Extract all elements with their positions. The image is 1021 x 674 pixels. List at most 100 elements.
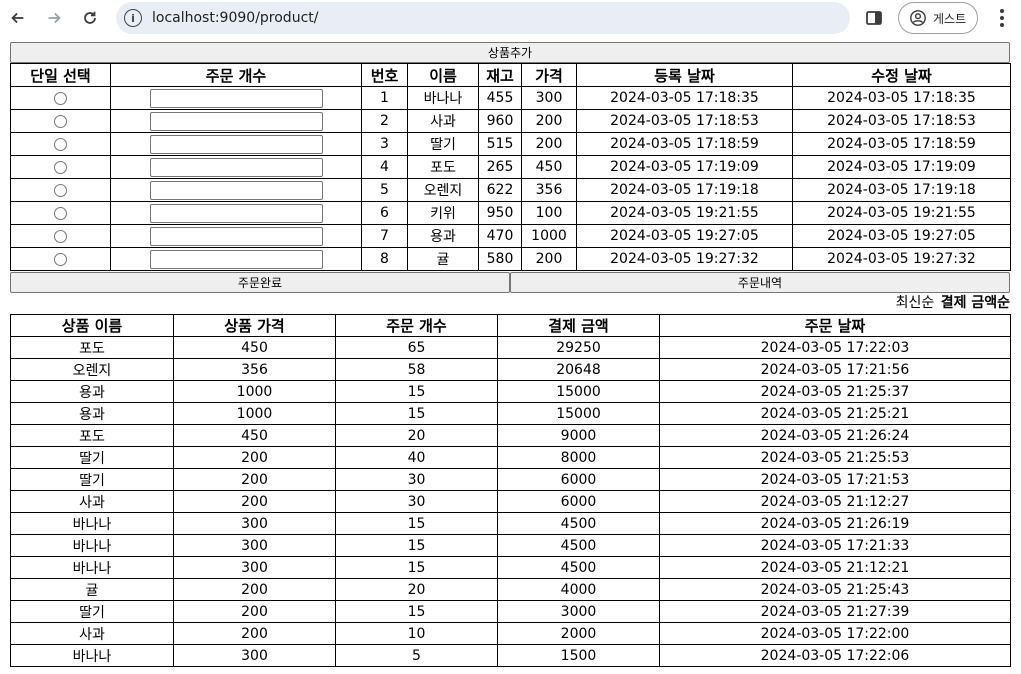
side-panel-icon [866,11,882,25]
select-radio[interactable] [54,137,67,151]
product-updated: 2024-03-05 17:18:53 [792,109,1011,133]
order-history-button[interactable]: 주문내역 [510,272,1010,293]
order-date: 2024-03-05 17:22:06 [659,644,1011,667]
order-row: 딸기 200 15 3000 2024-03-05 21:27:39 [10,600,1011,623]
order-qty-input[interactable] [149,88,323,108]
select-radio[interactable] [54,114,67,128]
product-updated: 2024-03-05 17:18:35 [792,86,1011,110]
product-name: 귤 [407,247,479,271]
select-radio[interactable] [54,183,67,197]
order-row: 용과 1000 15 15000 2024-03-05 21:25:37 [10,380,1011,403]
product-table: 단일 선택 주문 개수 번호 이름 재고 가격 등록 날짜 수정 날짜 1 바나나… [10,63,1011,271]
order-payment-amount: 3000 [497,600,660,623]
product-stock: 470 [478,224,522,248]
product-created: 2024-03-05 19:21:55 [576,201,793,225]
order-product-name: 오렌지 [10,358,174,381]
order-count: 58 [335,358,498,381]
select-cell [10,109,111,133]
select-radio[interactable] [54,229,67,243]
product-row: 6 키위 950 100 2024-03-05 19:21:55 2024-03-05 1… [10,201,1011,225]
product-updated: 2024-03-05 19:21:55 [792,201,1011,225]
order-payment-amount: 6000 [497,468,660,491]
order-product-price: 450 [173,424,336,447]
qty-cell [110,132,362,156]
browser-menu-button[interactable] [992,6,1012,30]
arrow-left-icon [11,12,24,24]
product-name: 용과 [407,224,479,248]
order-complete-button[interactable]: 주문완료 [10,272,510,293]
site-info-icon[interactable]: i [124,9,142,27]
order-count: 15 [335,556,498,579]
select-radio[interactable] [54,206,67,220]
header-order-date: 주문 날짜 [659,314,1011,337]
order-product-name: 딸기 [10,600,174,623]
order-product-price: 200 [173,622,336,645]
order-qty-input[interactable] [149,226,323,246]
header-select: 단일 선택 [10,63,111,87]
order-product-price: 1000 [173,380,336,403]
page-content: 상품추가 단일 선택 주문 개수 번호 이름 재고 가격 등록 날짜 수정 날짜… [10,42,1011,667]
order-date: 2024-03-05 21:12:21 [659,556,1011,579]
back-button[interactable] [5,5,31,31]
select-cell [10,132,111,156]
header-payment-amount: 결제 금액 [497,314,660,337]
product-row: 5 오렌지 622 356 2024-03-05 17:19:18 2024-03-05 … [10,178,1011,202]
order-product-name: 딸기 [10,468,174,491]
side-panel-button[interactable] [864,8,884,28]
product-stock: 580 [478,247,522,271]
order-count: 15 [335,380,498,403]
order-count: 20 [335,578,498,601]
order-date: 2024-03-05 17:21:56 [659,358,1011,381]
sort-options: 최신순 결제 금액순 [10,293,1010,314]
browser-toolbar: i localhost:9090/product/ 게스트 [0,0,1021,36]
order-count: 20 [335,424,498,447]
order-payment-amount: 15000 [497,380,660,403]
header-updated: 수정 날짜 [792,63,1011,87]
profile-button[interactable]: 게스트 [898,2,978,34]
select-cell [10,178,111,202]
order-product-name: 바나나 [10,644,174,667]
product-price: 1000 [521,224,577,248]
product-stock: 950 [478,201,522,225]
order-row: 귤 200 20 4000 2024-03-05 21:25:43 [10,578,1011,601]
order-row: 바나나 300 15 4500 2024-03-05 17:21:33 [10,534,1011,557]
product-number: 6 [361,201,408,225]
sort-amount-link[interactable]: 결제 금액순 [941,295,1010,311]
product-stock: 960 [478,109,522,133]
product-number: 7 [361,224,408,248]
order-count: 5 [335,644,498,667]
order-row: 딸기 200 30 6000 2024-03-05 17:21:53 [10,468,1011,491]
product-stock: 515 [478,132,522,156]
order-product-price: 200 [173,468,336,491]
add-product-button[interactable]: 상품추가 [10,42,1010,63]
order-count: 15 [335,534,498,557]
order-qty-input[interactable] [149,249,323,269]
product-row: 4 포도 265 450 2024-03-05 17:19:09 2024-03-05 1… [10,155,1011,179]
header-order-qty: 주문 개수 [110,63,362,87]
order-date: 2024-03-05 17:22:03 [659,336,1011,359]
order-qty-input[interactable] [149,157,323,177]
order-payment-amount: 2000 [497,622,660,645]
order-qty-input[interactable] [149,203,323,223]
product-row: 3 딸기 515 200 2024-03-05 17:18:59 2024-03-05 1… [10,132,1011,156]
select-radio[interactable] [54,160,67,174]
order-product-price: 300 [173,644,336,667]
order-qty-input[interactable] [149,180,323,200]
address-bar[interactable]: i localhost:9090/product/ [116,2,850,34]
select-radio[interactable] [54,252,67,266]
order-product-price: 450 [173,336,336,359]
product-updated: 2024-03-05 17:18:59 [792,132,1011,156]
order-row: 용과 1000 15 15000 2024-03-05 21:25:21 [10,402,1011,425]
order-payment-amount: 4500 [497,512,660,535]
sort-latest-link[interactable]: 최신순 [896,295,935,311]
select-radio[interactable] [54,91,67,105]
forward-button[interactable] [41,5,67,31]
order-date: 2024-03-05 21:12:27 [659,490,1011,513]
order-qty-input[interactable] [149,134,323,154]
order-date: 2024-03-05 17:22:00 [659,622,1011,645]
product-price: 200 [521,132,577,156]
reload-button[interactable] [77,5,103,31]
product-stock: 265 [478,155,522,179]
order-qty-input[interactable] [149,111,323,131]
product-stock: 622 [478,178,522,202]
